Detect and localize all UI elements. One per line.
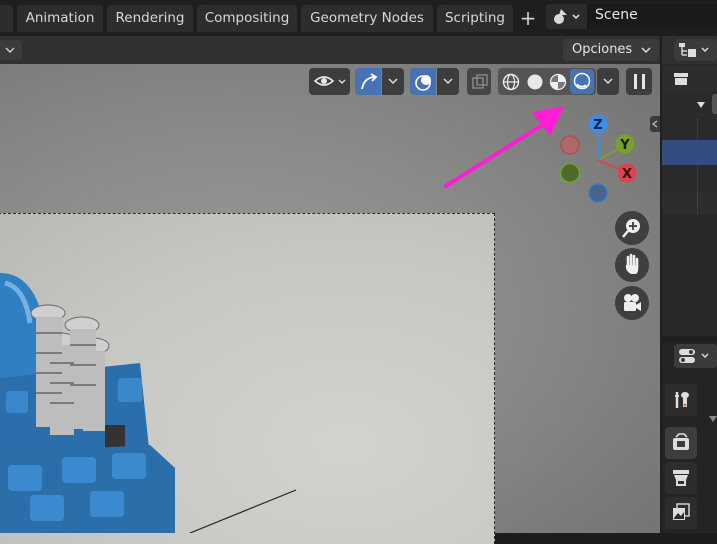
pan-hand-icon — [625, 253, 639, 274]
tab-label: Scripting — [444, 10, 506, 26]
xray-toggle[interactable] — [467, 68, 491, 95]
tab-label: Animation — [25, 10, 95, 26]
zoom-icon — [622, 219, 640, 238]
overlay-toggle[interactable] — [410, 68, 436, 95]
outliner-tree-line — [697, 118, 698, 214]
solid-shading-button[interactable] — [524, 70, 546, 93]
chevron-down-icon — [388, 78, 398, 85]
view-layer-icon — [673, 503, 690, 520]
chevron-down-icon — [443, 78, 453, 85]
scene-icon — [551, 7, 581, 31]
plus-icon: + — [519, 6, 537, 30]
outliner-selected-row[interactable] — [662, 140, 717, 165]
tab-compositing[interactable]: Compositing — [197, 5, 297, 32]
outliner-row[interactable] — [662, 192, 717, 214]
tab-scripting[interactable]: Scripting — [437, 5, 513, 32]
overlay-icon — [415, 75, 431, 91]
gizmo-toggle[interactable] — [355, 68, 381, 95]
sidebar-toggle-tab[interactable] — [650, 116, 660, 132]
negative-z-axis-ball[interactable] — [588, 183, 608, 203]
output-icon — [673, 470, 689, 486]
rendered-shading-icon — [573, 72, 591, 90]
tab-label: Compositing — [204, 10, 290, 26]
y-axis-label: Y — [619, 138, 630, 153]
scene-name: Scene — [595, 7, 638, 23]
scene-name-field[interactable]: Scene — [587, 4, 717, 29]
view-layer-properties-tab[interactable] — [665, 497, 697, 529]
outliner-panel — [662, 36, 717, 336]
outliner-collection-row[interactable] — [662, 92, 717, 117]
scroll-down-arrow-icon[interactable] — [708, 414, 717, 424]
wireframe-shading-icon — [502, 73, 520, 91]
render-icon — [673, 433, 689, 450]
pan-button[interactable] — [615, 248, 649, 282]
tab-label: Rendering — [115, 10, 185, 26]
properties-editor-type-button[interactable] — [674, 344, 717, 368]
options-dropdown[interactable]: Opciones — [563, 39, 659, 61]
render-properties-tab[interactable] — [665, 427, 697, 459]
header-left-dropdown[interactable] — [0, 40, 22, 60]
chevron-down-icon — [603, 78, 613, 85]
pause-render-button[interactable] — [626, 68, 652, 95]
options-label: Opciones — [572, 42, 633, 57]
outliner-row[interactable] — [662, 166, 717, 190]
viewport-header — [0, 36, 660, 64]
tab-label: Geometry Nodes — [310, 10, 424, 26]
outliner-scene-row[interactable] — [662, 66, 717, 91]
wireframe-shading-button[interactable] — [500, 70, 522, 93]
outliner-row[interactable] — [662, 118, 717, 140]
chevron-down-icon — [641, 47, 651, 54]
outliner-editor-type-button[interactable] — [674, 39, 717, 61]
pause-icon — [634, 74, 645, 89]
collection-checkbox[interactable] — [712, 94, 717, 114]
gizmo-dropdown[interactable] — [382, 68, 404, 95]
solid-shading-icon — [527, 74, 543, 90]
properties-editor-icon — [679, 349, 709, 363]
tool-properties-tab[interactable] — [665, 384, 697, 416]
add-workspace-button[interactable]: + — [516, 6, 540, 30]
visibility-eye-icon — [313, 76, 346, 86]
gizmo-arrow-icon — [361, 73, 378, 90]
z-axis-label: Z — [593, 118, 602, 133]
outliner-editor-icon — [679, 43, 709, 57]
material-preview-icon — [549, 73, 567, 91]
expand-arrow-icon — [697, 102, 705, 108]
chevron-left-icon — [652, 120, 658, 128]
rendered-shading-button[interactable] — [570, 69, 594, 94]
xray-icon — [472, 74, 488, 89]
tool-icon — [675, 392, 689, 408]
annotation-arrow — [444, 106, 564, 188]
camera-view-icon — [624, 294, 641, 311]
tab-geometry-nodes[interactable]: Geometry Nodes — [301, 5, 433, 32]
scene-objects-illustration — [0, 273, 297, 533]
visibility-dropdown[interactable] — [309, 68, 350, 95]
output-properties-tab[interactable] — [665, 462, 697, 494]
x-axis-label: X — [622, 167, 632, 182]
camera-view-button[interactable] — [615, 286, 649, 320]
overlay-dropdown[interactable] — [437, 68, 459, 95]
tab-partial[interactable]: g — [0, 5, 13, 32]
tab-rendering[interactable]: Rendering — [107, 5, 193, 32]
chevron-down-icon — [5, 47, 15, 54]
material-preview-button[interactable] — [547, 70, 569, 93]
tab-animation[interactable]: Animation — [17, 5, 103, 32]
collection-box-icon — [674, 73, 688, 85]
zoom-button[interactable] — [615, 211, 649, 245]
shading-dropdown[interactable] — [597, 68, 619, 95]
